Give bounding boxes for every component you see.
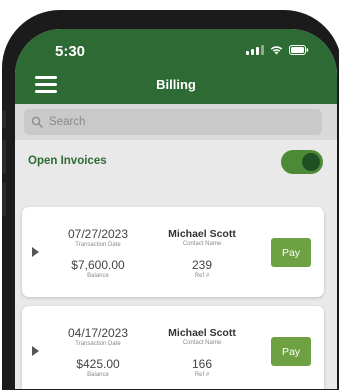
cellular-signal-icon: [246, 45, 264, 55]
contact-name-label: Contact Name: [182, 241, 222, 247]
transaction-date-group: 04/17/2023 Transaction Date: [58, 326, 138, 347]
transaction-date: 04/17/2023: [67, 326, 129, 340]
ref-group: 166 Ref #: [154, 357, 250, 378]
contact-name: Michael Scott: [168, 327, 236, 339]
open-invoices-filter: Open Invoices: [15, 140, 337, 184]
toggle-knob: [302, 153, 320, 171]
open-invoices-label: Open Invoices: [28, 155, 107, 167]
contact-name-label: Contact Name: [182, 340, 222, 346]
battery-icon: [289, 45, 309, 55]
contact-group: Michael Scott Contact Name: [154, 228, 250, 247]
wifi-icon: [270, 45, 283, 55]
side-button: [2, 182, 6, 216]
invoice-card: 07/27/2023 Transaction Date $7,600.00 Ba…: [22, 207, 324, 297]
pay-button[interactable]: Pay: [271, 337, 311, 366]
transaction-date-group: 07/27/2023 Transaction Date: [58, 227, 138, 248]
ref-number: 166: [191, 357, 213, 371]
search-bar: [15, 104, 337, 140]
status-icons: [246, 45, 309, 55]
contact-name: Michael Scott: [168, 228, 236, 240]
transaction-date-label: Transaction Date: [75, 341, 121, 347]
expand-caret-icon[interactable]: [32, 247, 39, 257]
invoice-card: 04/17/2023 Transaction Date $425.00 Bala…: [22, 306, 324, 389]
ref-number: 239: [191, 258, 213, 272]
ref-number-label: Ref #: [194, 372, 210, 378]
transaction-date: 07/27/2023: [67, 227, 129, 241]
phone: 5:30 Billing Search Open Invoices 07/27/…: [0, 0, 339, 390]
balance-label: Balance: [87, 372, 109, 378]
page-title: Billing: [156, 77, 196, 92]
side-button: [2, 140, 6, 174]
expand-caret-icon[interactable]: [32, 346, 39, 356]
search-icon: [31, 116, 43, 128]
status-time: 5:30: [55, 43, 86, 60]
search-input[interactable]: [47, 115, 311, 129]
balance-group: $425.00 Balance: [58, 357, 138, 378]
ref-group: 239 Ref #: [154, 258, 250, 279]
transaction-date-label: Transaction Date: [75, 242, 121, 248]
ref-number-label: Ref #: [194, 273, 210, 279]
phone-frame: 5:30 Billing Search Open Invoices 07/27/…: [2, 10, 339, 390]
balance: $7,600.00: [71, 258, 125, 272]
pay-button[interactable]: Pay: [271, 238, 311, 267]
contact-group: Michael Scott Contact Name: [154, 327, 250, 346]
balance: $425.00: [76, 357, 120, 371]
balance-group: $7,600.00 Balance: [58, 258, 138, 279]
invoice-list: 07/27/2023 Transaction Date $7,600.00 Ba…: [15, 184, 337, 389]
side-button: [2, 110, 6, 128]
screen: 5:30 Billing Search Open Invoices 07/27/…: [15, 29, 337, 389]
balance-label: Balance: [87, 273, 109, 279]
app-header: 5:30 Billing: [15, 29, 337, 104]
search-box[interactable]: [24, 109, 322, 135]
open-invoices-toggle[interactable]: [281, 150, 323, 174]
